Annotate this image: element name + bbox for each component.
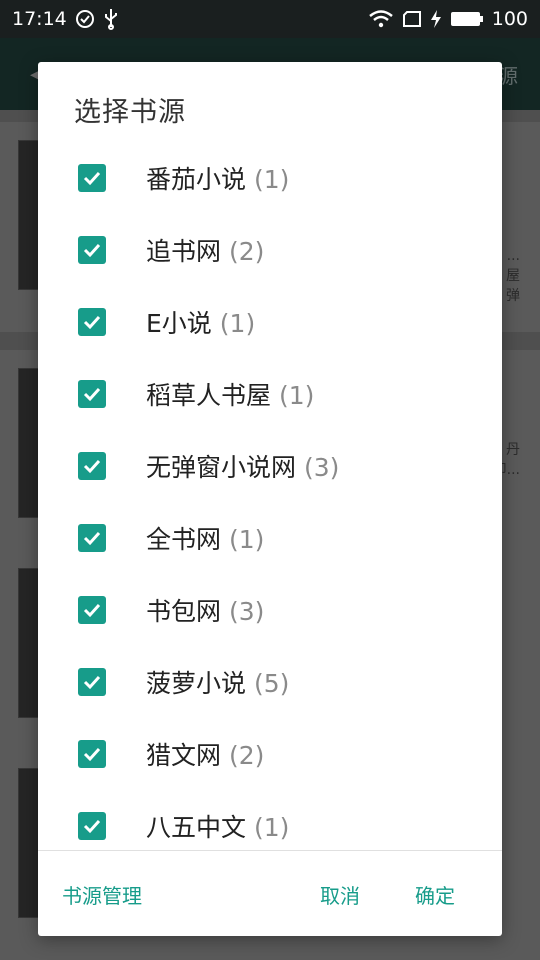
source-list[interactable]: 番茄小说 (1) 追书网 (2) E小说 (1) 稻草人书屋 (1) 无弹窗小说网 (3)…: [38, 142, 502, 850]
source-count: (2): [229, 741, 265, 770]
source-item[interactable]: 全书网 (1): [38, 502, 502, 574]
battery-level: 100: [491, 8, 528, 30]
dialog-title: 选择书源: [74, 97, 186, 128]
source-count: (3): [304, 453, 340, 482]
checkbox-checked-icon[interactable]: [78, 236, 106, 264]
source-item[interactable]: 八五中文 (1): [38, 790, 502, 850]
usb-icon: [103, 8, 119, 30]
status-time: 17:14: [12, 8, 67, 30]
source-item[interactable]: 稻草人书屋 (1): [38, 358, 502, 430]
sim-card-icon: [402, 10, 422, 28]
status-bar: 17:14 100: [0, 0, 540, 38]
checkbox-checked-icon[interactable]: [78, 812, 106, 840]
source-item[interactable]: E小说 (1): [38, 286, 502, 358]
dialog-actions: 书源管理 取消 确定: [38, 852, 502, 936]
source-item[interactable]: 猎文网 (2): [38, 718, 502, 790]
checkbox-checked-icon[interactable]: [78, 668, 106, 696]
cancel-button[interactable]: 取消: [320, 880, 360, 909]
source-count: (5): [254, 669, 290, 698]
confirm-button[interactable]: 确定: [415, 880, 455, 909]
source-name: 猎文网: [146, 741, 222, 770]
source-count: (3): [229, 597, 265, 626]
checkbox-checked-icon[interactable]: [78, 308, 106, 336]
source-count: (1): [254, 813, 290, 842]
wifi-icon: [368, 9, 394, 29]
source-name: 全书网: [146, 525, 222, 554]
source-name: 无弹窗小说网: [146, 453, 297, 482]
checkbox-checked-icon[interactable]: [78, 380, 106, 408]
checkbox-checked-icon[interactable]: [78, 164, 106, 192]
source-item[interactable]: 番茄小说 (1): [38, 142, 502, 214]
source-item[interactable]: 菠萝小说 (5): [38, 646, 502, 718]
checkbox-checked-icon[interactable]: [78, 452, 106, 480]
source-count: (2): [229, 237, 265, 266]
source-manage-button[interactable]: 书源管理: [62, 880, 142, 909]
checkbox-checked-icon[interactable]: [78, 596, 106, 624]
battery-icon: [450, 10, 484, 28]
source-name: 书包网: [146, 597, 222, 626]
source-name: 菠萝小说: [146, 669, 247, 698]
source-name: 稻草人书屋: [146, 381, 272, 410]
dialog-divider: [38, 850, 502, 851]
source-count: (1): [279, 381, 315, 410]
source-count: (1): [229, 525, 265, 554]
source-name: E小说: [146, 309, 212, 338]
source-name: 八五中文: [146, 813, 247, 842]
source-name: 番茄小说: [146, 165, 247, 194]
source-item[interactable]: 书包网 (3): [38, 574, 502, 646]
source-name: 追书网: [146, 237, 222, 266]
check-circle-icon: [75, 9, 95, 29]
checkbox-checked-icon[interactable]: [78, 740, 106, 768]
source-count: (1): [254, 165, 290, 194]
source-item[interactable]: 无弹窗小说网 (3): [38, 430, 502, 502]
charging-icon: [430, 9, 442, 29]
source-count: (1): [219, 309, 256, 338]
checkbox-checked-icon[interactable]: [78, 524, 106, 552]
source-item[interactable]: 追书网 (2): [38, 214, 502, 286]
select-source-dialog: 选择书源 番茄小说 (1) 追书网 (2) E小说 (1) 稻草人书屋 (1) 无弹窗小…: [38, 62, 502, 936]
